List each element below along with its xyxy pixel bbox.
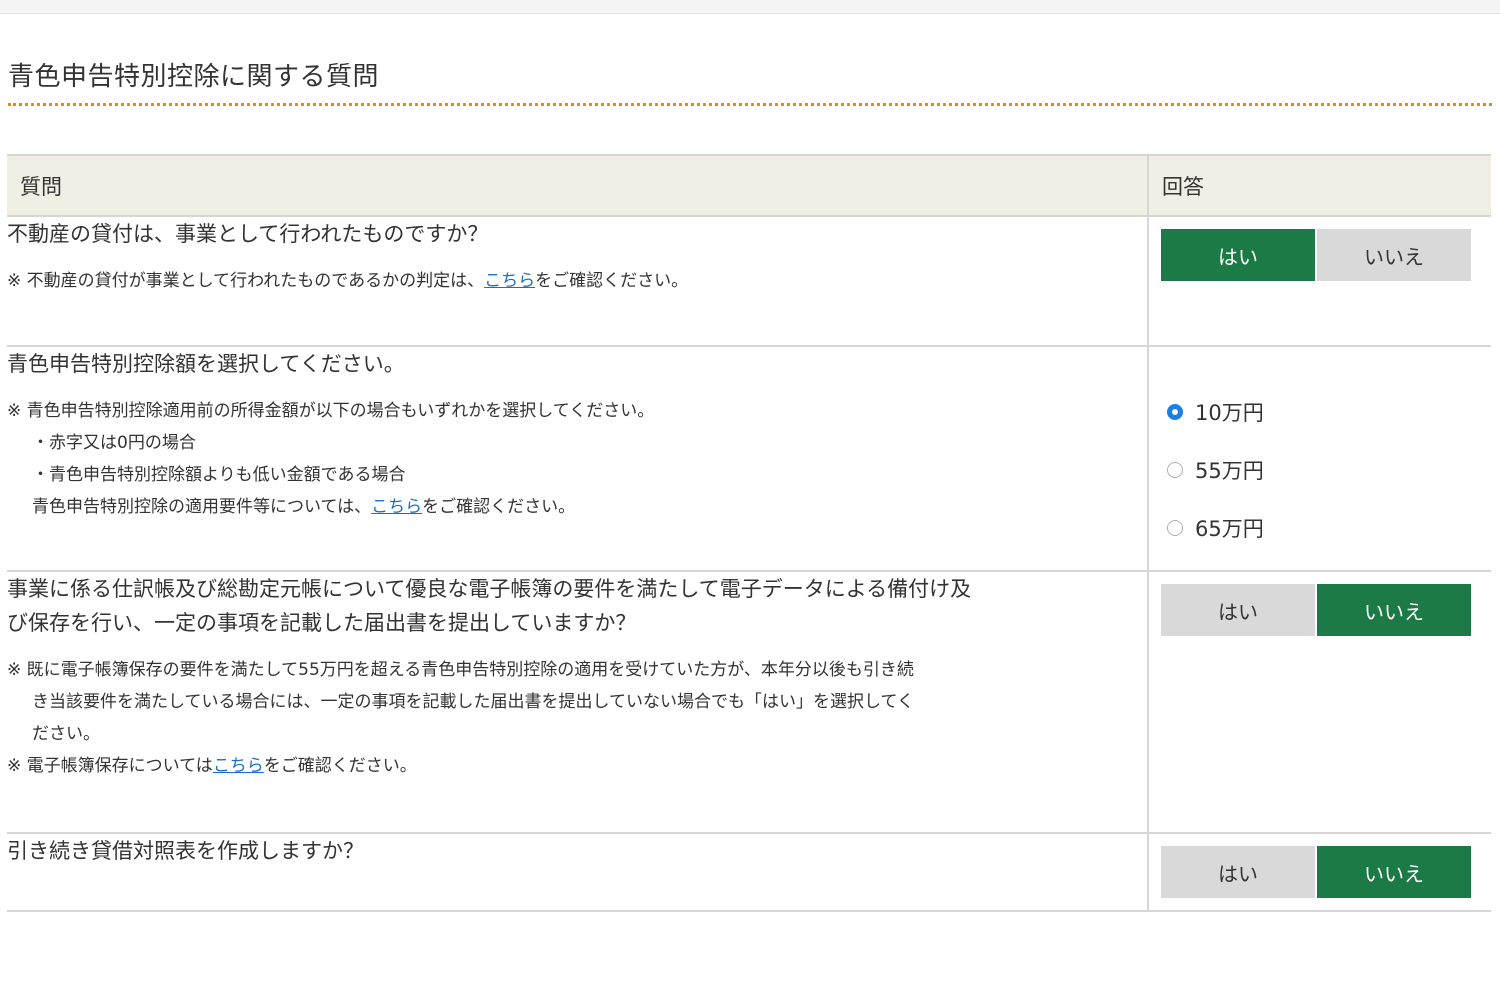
note-bullet: ・赤字又は0円の場合 [32, 433, 196, 453]
note-bullet: ・青色申告特別控除額よりも低い金額である場合 [32, 465, 406, 485]
note-text: をご確認ください。 [422, 497, 576, 517]
question-text: 事業に係る仕訳帳及び総勘定元帳について優良な電子帳簿の要件を満たして電子データに… [7, 572, 1147, 640]
yes-no-toggle: はい いいえ [1161, 229, 1491, 281]
question-cell: 不動産の貸付は、事業として行われたものですか？ ※ 不動産の貸付が事業として行わ… [7, 216, 1148, 347]
note-text: ※ 電子帳簿保存については [7, 756, 213, 776]
question-note: ※ 青色申告特別控除適用前の所得金額が以下の場合もいずれかを選択してください。 … [7, 395, 1147, 523]
yes-button[interactable]: はい [1161, 846, 1315, 898]
question-row-deduction-amount: 青色申告特別控除額を選択してください。 ※ 青色申告特別控除適用前の所得金額が以… [7, 346, 1491, 572]
radio-button[interactable] [1167, 462, 1183, 478]
header-answer: 回答 [1147, 154, 1491, 217]
radio-option-10man[interactable]: 10万円 [1161, 383, 1491, 441]
no-button[interactable]: いいえ [1317, 584, 1471, 636]
question-cell: 事業に係る仕訳帳及び総勘定元帳について優良な電子帳簿の要件を満たして電子データに… [7, 571, 1148, 834]
radio-button[interactable] [1167, 520, 1183, 536]
answer-cell: はい いいえ [1147, 833, 1491, 912]
note-text: ださい。 [32, 724, 100, 744]
question-text: 不動産の貸付は、事業として行われたものですか？ [7, 222, 489, 246]
no-button[interactable]: いいえ [1317, 846, 1471, 898]
note-text: ※ 青色申告特別控除適用前の所得金額が以下の場合もいずれかを選択してください。 [7, 401, 655, 421]
note-line: 青色申告特別控除の適用要件等については、こちらをご確認ください。 [7, 491, 1147, 523]
deduction-radio-group: 10万円 55万円 65万円 [1161, 359, 1491, 557]
note-line: ※ 電子帳簿保存についてはこちらをご確認ください。 [7, 750, 1147, 782]
browser-top-strip [0, 0, 1500, 14]
question-cell: 引き続き貸借対照表を作成しますか？ [7, 833, 1148, 912]
answer-cell: はい いいえ [1147, 571, 1491, 834]
yes-button[interactable]: はい [1161, 229, 1315, 281]
title-divider [8, 103, 1492, 106]
table-header-row: 質問 回答 [7, 154, 1491, 217]
answer-cell: 10万円 55万円 65万円 [1147, 346, 1491, 572]
question-note: ※ 不動産の貸付が事業として行われたものであるかの判定は、こちらをご確認ください… [7, 265, 1147, 297]
radio-option-55man[interactable]: 55万円 [1161, 441, 1491, 499]
radio-option-65man[interactable]: 65万円 [1161, 499, 1491, 557]
note-text: をご確認ください。 [535, 271, 689, 291]
help-link[interactable]: こちら [213, 756, 264, 776]
help-link[interactable]: こちら [371, 497, 422, 517]
yes-no-toggle: はい いいえ [1161, 846, 1491, 898]
yes-no-toggle: はい いいえ [1161, 584, 1491, 636]
question-note: ※ 既に電子帳簿保存の要件を満たして55万円を超える青色申告特別控除の適用を受け… [7, 654, 1147, 782]
question-text: 青色申告特別控除額を選択してください。 [7, 352, 405, 376]
radio-label: 10万円 [1195, 401, 1264, 425]
question-row-balance-sheet: 引き続き貸借対照表を作成しますか？ はい いいえ [7, 833, 1491, 912]
note-text: き当該要件を満たしている場合には、一定の事項を記載した届出書を提出していない場合… [32, 692, 914, 712]
radio-button[interactable] [1167, 404, 1183, 420]
note-text: ※ 不動産の貸付が事業として行われたものであるかの判定は、 [7, 271, 485, 291]
question-text-line: び保存を行い、一定の事項を記載した届出書を提出していますか？ [7, 611, 637, 635]
radio-label: 55万円 [1195, 459, 1264, 483]
radio-label: 65万円 [1195, 517, 1264, 541]
page-title: 青色申告特別控除に関する質問 [8, 62, 380, 92]
note-text: をご確認ください。 [263, 756, 417, 776]
note-text: ※ 既に電子帳簿保存の要件を満たして55万円を超える青色申告特別控除の適用を受け… [7, 660, 914, 680]
no-button[interactable]: いいえ [1317, 229, 1471, 281]
yes-button[interactable]: はい [1161, 584, 1315, 636]
question-row-rental: 不動産の貸付は、事業として行われたものですか？ ※ 不動産の貸付が事業として行わ… [7, 216, 1491, 347]
question-text: 引き続き貸借対照表を作成しますか？ [7, 839, 364, 863]
question-text-line: 事業に係る仕訳帳及び総勘定元帳について優良な電子帳簿の要件を満たして電子データに… [7, 577, 972, 601]
answer-cell: はい いいえ [1147, 216, 1491, 347]
note-text: 青色申告特別控除の適用要件等については、 [32, 497, 372, 517]
question-row-e-bookkeeping: 事業に係る仕訳帳及び総勘定元帳について優良な電子帳簿の要件を満たして電子データに… [7, 571, 1491, 834]
question-table: 質問 回答 不動産の貸付は、事業として行われたものですか？ ※ 不動産の貸付が事… [7, 154, 1491, 912]
question-cell: 青色申告特別控除額を選択してください。 ※ 青色申告特別控除適用前の所得金額が以… [7, 346, 1148, 572]
help-link[interactable]: こちら [484, 271, 535, 291]
header-question: 質問 [7, 154, 1148, 217]
